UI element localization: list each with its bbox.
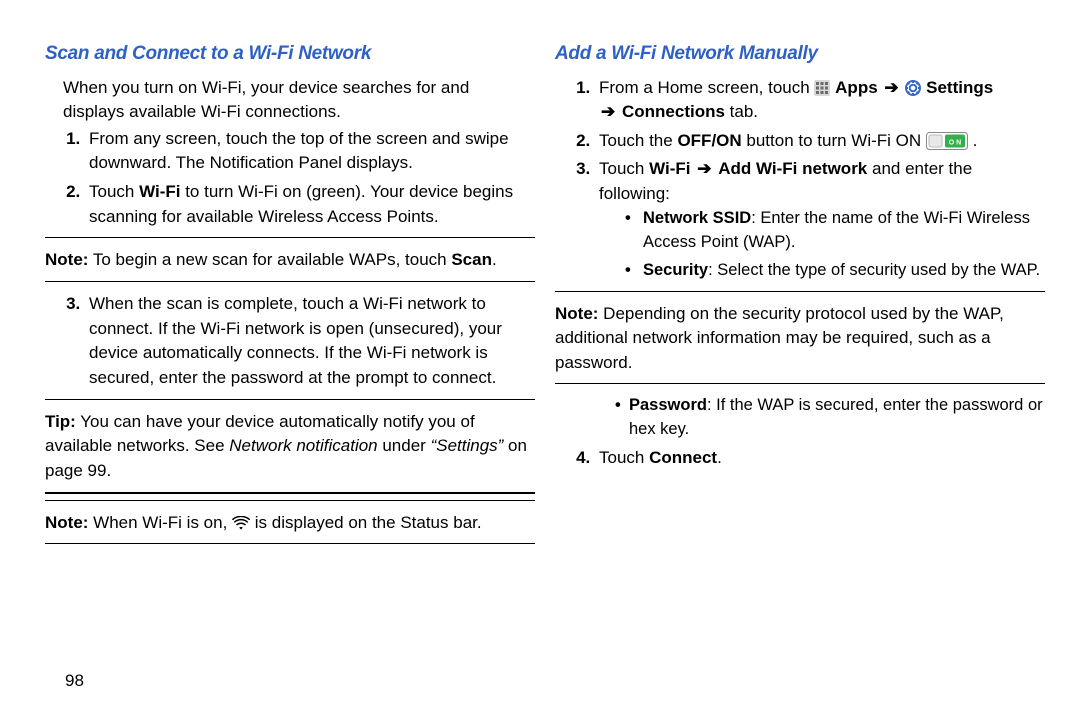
apps-grid-icon [814, 80, 830, 96]
arrow-icon: ➔ [882, 78, 900, 97]
toggle-on-icon: O N [926, 132, 968, 150]
intro-text: When you turn on Wi-Fi, your device sear… [63, 76, 535, 125]
list-item: Touch the OFF/ON button to turn Wi-Fi ON… [595, 129, 1045, 154]
divider [45, 492, 535, 494]
list-item: Touch Wi-Fi to turn Wi-Fi on (green). Yo… [85, 180, 535, 229]
step1-text: From any screen, touch the top of the sc… [89, 129, 509, 173]
list-item: From any screen, touch the top of the sc… [85, 127, 535, 176]
heading-scan-connect: Scan and Connect to a Wi-Fi Network [45, 40, 535, 68]
list-item: Touch Wi-Fi ➔ Add Wi-Fi network and ente… [595, 157, 1045, 282]
divider [45, 281, 535, 282]
divider [555, 291, 1045, 292]
list-item: When the scan is complete, touch a Wi-Fi… [85, 292, 535, 391]
divider [45, 237, 535, 238]
divider [45, 500, 535, 501]
wifi-icon [232, 516, 250, 531]
settings-gear-icon [905, 80, 921, 96]
divider [45, 399, 535, 400]
svg-text:O N: O N [949, 140, 961, 147]
note-protocol: Note: Depending on the security protocol… [555, 302, 1045, 376]
note-scan: Note: To begin a new scan for available … [45, 248, 535, 273]
list-item: Security: Select the type of security us… [639, 259, 1045, 283]
divider [555, 383, 1045, 384]
tip-text: Tip: You can have your device automatica… [45, 410, 535, 484]
left-column: Scan and Connect to a Wi-Fi Network When… [45, 40, 535, 700]
list-item: From a Home screen, touch Apps ➔ Setting… [595, 76, 1045, 125]
arrow-icon: ➔ [695, 159, 713, 178]
heading-add-manually: Add a Wi-Fi Network Manually [555, 40, 1045, 68]
divider [45, 543, 535, 544]
step3-text: When the scan is complete, touch a Wi-Fi… [89, 294, 502, 387]
list-item: Touch Connect. [595, 446, 1045, 471]
right-column: Add a Wi-Fi Network Manually From a Home… [555, 40, 1045, 700]
list-item: Password: If the WAP is secured, enter t… [629, 394, 1045, 442]
arrow-icon: ➔ [599, 102, 617, 121]
page-number: 98 [65, 669, 84, 694]
note-statusbar: Note: When Wi-Fi is on, is displayed on … [45, 511, 535, 536]
list-item: Network SSID: Enter the name of the Wi-F… [639, 207, 1045, 255]
